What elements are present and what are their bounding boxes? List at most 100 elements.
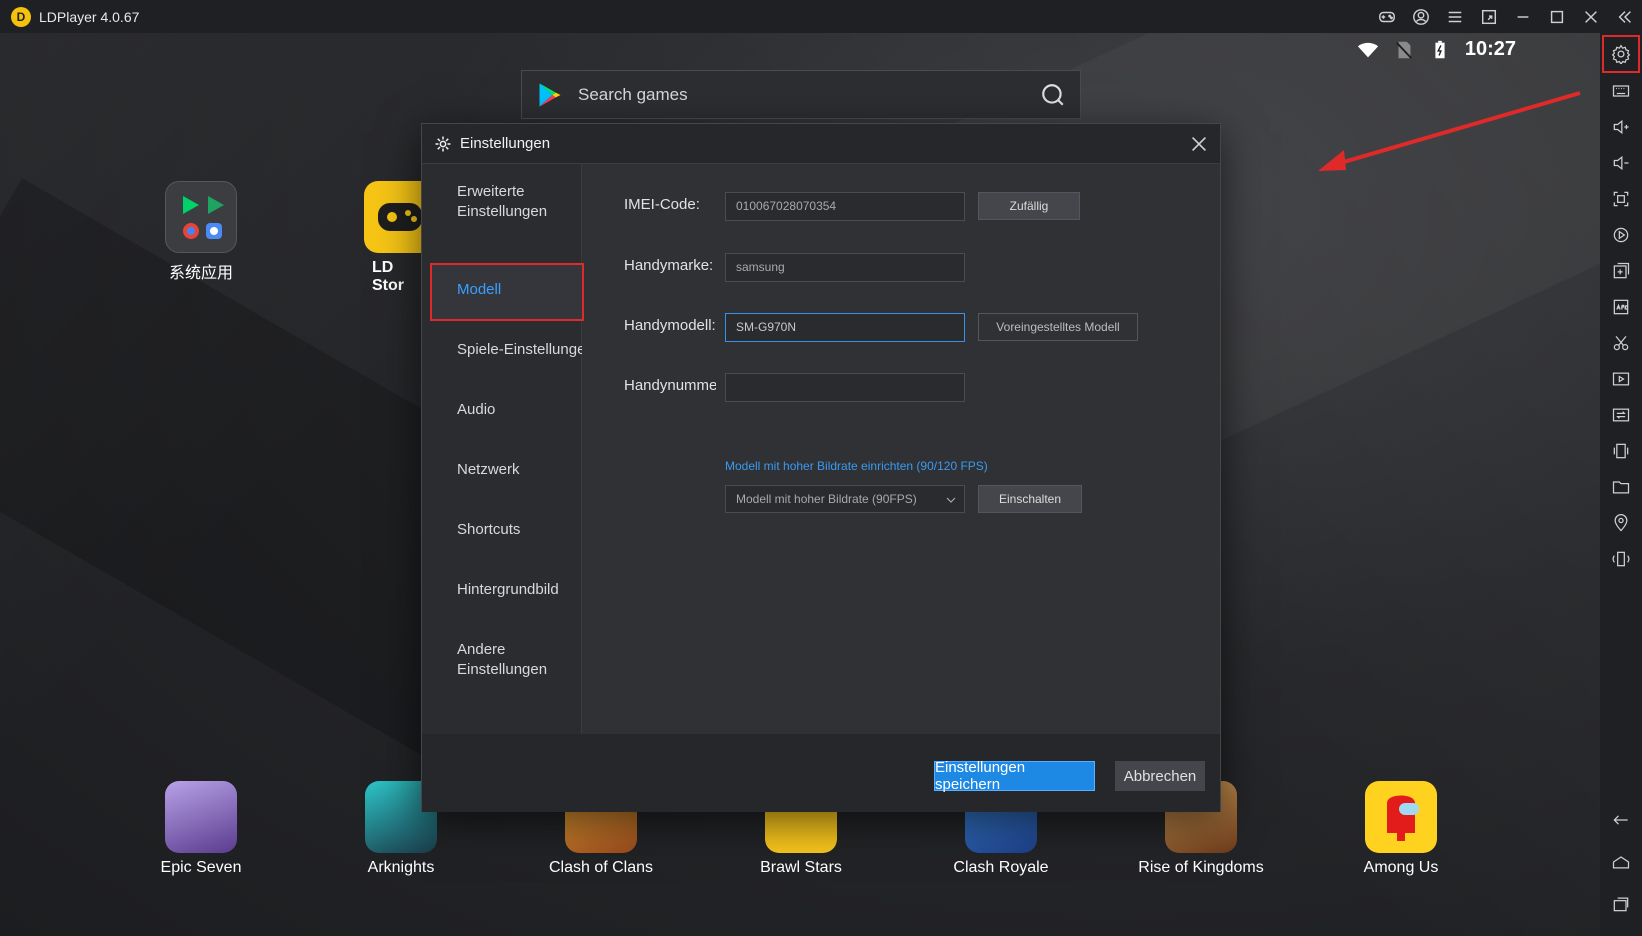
search-bar[interactable]: Search games <box>521 70 1081 119</box>
back-icon[interactable] <box>1603 802 1639 838</box>
maximize-icon[interactable] <box>1540 0 1574 33</box>
keyboard-icon[interactable] <box>1603 73 1639 109</box>
save-settings-button[interactable]: Einstellungen speichern <box>934 759 1095 793</box>
dock-app-among-us[interactable]: Among Us <box>1341 781 1461 877</box>
dock-app-label: Brawl Stars <box>760 859 842 876</box>
dock-app-label: Epic Seven <box>160 859 242 876</box>
epic-seven-icon <box>165 781 237 853</box>
search-icon[interactable] <box>1040 82 1066 108</box>
imei-field[interactable]: 010067028070354 <box>725 192 965 221</box>
settings-nav: Erweiterte Einstellungen Modell Spiele-E… <box>422 164 584 734</box>
nav-item-wallpaper[interactable]: Hintergrundbild <box>422 580 582 600</box>
play-store-icon <box>539 82 561 107</box>
nav-item-label: Einstellungen <box>457 661 548 678</box>
nav-item-model[interactable]: Modell <box>422 280 582 300</box>
record-icon[interactable] <box>1603 217 1639 253</box>
location-icon[interactable] <box>1603 505 1639 541</box>
android-screen: 10:27 Search games 系统应用 LD Stor Epic Sev… <box>0 33 1600 936</box>
nav-item-shortcuts[interactable]: Shortcuts <box>422 520 582 540</box>
folder-icon[interactable] <box>1603 469 1639 505</box>
nav-item-label: Erweiterte <box>457 183 525 200</box>
nav-item-network[interactable]: Netzwerk <box>422 460 582 480</box>
app-title: LDPlayer 4.0.67 <box>39 8 140 25</box>
settings-dialog: Einstellungen Erweiterte Einstellungen M… <box>421 123 1221 812</box>
chevron-down-icon <box>946 497 956 503</box>
imei-label: IMEI-Code: <box>624 196 700 213</box>
dock-app-label: Clash of Clans <box>548 859 654 876</box>
video-icon[interactable] <box>1603 361 1639 397</box>
desktop-app-system[interactable]: 系统应用 <box>141 181 261 283</box>
model-label: Handymodell: <box>624 317 716 334</box>
nav-item-label: Audio <box>457 401 496 418</box>
battery-icon <box>1435 40 1445 58</box>
wifi-icon <box>1357 42 1378 57</box>
high-fps-select[interactable]: Modell mit hoher Bildrate (90FPS) <box>725 485 965 513</box>
collapse-icon[interactable] <box>1608 0 1642 33</box>
recent-apps-icon[interactable] <box>1603 886 1639 922</box>
system-apps-icon <box>165 181 237 253</box>
settings-gear-icon[interactable] <box>1602 35 1640 73</box>
nav-item-label: Shortcuts <box>457 521 521 538</box>
title-bar: D LDPlayer 4.0.67 <box>0 0 1642 33</box>
gear-icon <box>435 136 451 151</box>
clock: 10:27 <box>1464 38 1516 60</box>
add-instance-icon[interactable] <box>1603 253 1639 289</box>
number-label: Handynummer: <box>624 377 716 394</box>
nav-item-label: Andere <box>457 641 506 658</box>
model-field[interactable]: SM-G970N <box>725 313 965 342</box>
among-us-icon <box>1365 781 1437 853</box>
nav-item-advanced[interactable]: Erweiterte Einstellungen <box>422 182 582 222</box>
dock-app-label: Among Us <box>1363 859 1439 876</box>
nav-item-label: Modell <box>457 281 502 298</box>
nav-item-label: Hintergrundbild <box>457 581 559 598</box>
close-icon[interactable] <box>1574 0 1608 33</box>
brand-field[interactable]: samsung <box>725 253 965 282</box>
desktop-app-label: 系统应用 <box>168 265 233 282</box>
screenshot-scissors-icon[interactable] <box>1603 325 1639 361</box>
random-imei-button[interactable]: Zufällig <box>978 192 1080 220</box>
sync-icon[interactable] <box>1603 397 1639 433</box>
ldplayer-logo-icon: D <box>11 6 31 27</box>
nav-item-game-settings[interactable]: Spiele-Einstellungen <box>422 340 582 360</box>
high-fps-select-value: Modell mit hoher Bildrate (90FPS) <box>736 492 917 506</box>
fullscreen-icon[interactable] <box>1603 181 1639 217</box>
enable-high-fps-button[interactable]: Einschalten <box>978 485 1082 513</box>
nav-item-audio[interactable]: Audio <box>422 400 582 420</box>
search-placeholder: Search games <box>578 84 688 104</box>
settings-content: IMEI-Code: 010067028070354 Zufällig Hand… <box>582 164 1222 734</box>
account-icon[interactable] <box>1404 0 1438 33</box>
nav-item-label: Netzwerk <box>457 461 520 478</box>
dock-app-label: Arknights <box>367 859 435 876</box>
right-toolbar <box>1600 33 1642 936</box>
dialog-footer: Einstellungen speichern Abbrechen <box>422 734 1220 812</box>
dock-app-label: Rise of Kingdoms <box>1138 859 1264 876</box>
dock-app-epic-seven[interactable]: Epic Seven <box>141 781 261 877</box>
preset-model-button[interactable]: Voreingestelltes Modell <box>978 313 1138 341</box>
cancel-button[interactable]: Abbrechen <box>1115 761 1205 791</box>
home-icon[interactable] <box>1603 844 1639 880</box>
status-bar: 10:27 <box>1357 38 1516 61</box>
dialog-header: Einstellungen <box>422 124 1220 164</box>
annotation-arrow <box>1318 91 1581 171</box>
pin-icon[interactable] <box>1472 0 1506 33</box>
brand-label: Handymarke: <box>624 257 714 274</box>
menu-icon[interactable] <box>1438 0 1472 33</box>
no-sim-icon <box>1395 41 1412 59</box>
desktop-app-ld-store[interactable]: LD Stor <box>334 181 424 295</box>
phone-number-field[interactable] <box>725 373 965 402</box>
nav-item-other[interactable]: Andere Einstellungen <box>422 640 582 680</box>
shake-icon[interactable] <box>1603 433 1639 469</box>
rotate-icon[interactable] <box>1603 541 1639 577</box>
minimize-icon[interactable] <box>1506 0 1540 33</box>
nav-item-label: Einstellungen <box>457 203 548 220</box>
volume-down-icon[interactable] <box>1603 145 1639 181</box>
high-fps-link[interactable]: Modell mit hoher Bildrate einrichten (90… <box>725 459 988 473</box>
volume-up-icon[interactable] <box>1603 109 1639 145</box>
ld-store-icon <box>364 181 424 253</box>
nav-item-label: Spiele-Einstellungen <box>457 341 582 358</box>
dialog-close-icon[interactable] <box>1188 133 1210 155</box>
dialog-title: Einstellungen <box>460 135 551 152</box>
gamepad-icon[interactable] <box>1370 0 1404 33</box>
apk-install-icon[interactable] <box>1603 289 1639 325</box>
dock-app-label: Clash Royale <box>953 859 1049 876</box>
